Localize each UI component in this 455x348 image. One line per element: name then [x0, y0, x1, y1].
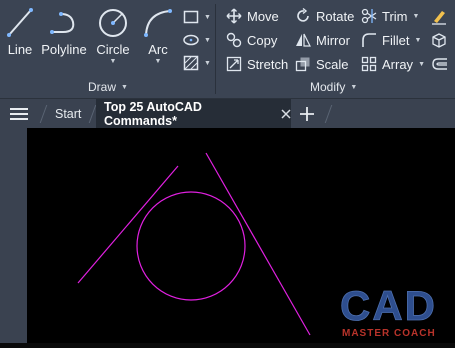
- modify-panel-label: Modify: [310, 80, 346, 94]
- circle-icon: [99, 9, 127, 37]
- hatch-icon: [183, 55, 199, 71]
- rotate-icon: [297, 8, 309, 22]
- array-dropdown-icon[interactable]: ▼: [418, 61, 425, 68]
- rectangle-icon: [183, 10, 199, 24]
- cad-master-coach-logo: CAD MASTER COACH: [336, 280, 455, 343]
- logo-text: CAD: [340, 282, 437, 329]
- rectangle-dropdown-icon[interactable]: ▼: [204, 14, 211, 21]
- close-tab-button[interactable]: [281, 109, 291, 119]
- ellipse-tool-button[interactable]: ▼: [183, 30, 211, 50]
- fillet-icon: [362, 33, 376, 47]
- circle-tool-label: Circle: [96, 42, 130, 57]
- ellipse-dropdown-icon[interactable]: ▼: [204, 37, 211, 44]
- array-icon: [361, 56, 377, 72]
- panel-divider: [215, 4, 216, 94]
- active-tab-label: Top 25 AutoCAD Commands*: [104, 100, 202, 128]
- polyline-tool-button[interactable]: Polyline: [41, 6, 87, 57]
- fillet-tool-label: Fillet: [382, 32, 410, 48]
- scale-tool-label: Scale: [316, 56, 349, 72]
- tab-start-label: Start: [55, 107, 82, 121]
- modify-panel-expand-icon: ▼: [350, 83, 358, 91]
- trim-icon: [361, 8, 377, 24]
- scale-icon: [295, 57, 310, 72]
- hamburger-icon: [10, 108, 28, 120]
- mirror-tool-label: Mirror: [316, 32, 350, 48]
- offset-tool-button[interactable]: [430, 54, 448, 74]
- logo-subtext: MASTER COACH: [342, 328, 436, 339]
- scale-tool-button[interactable]: Scale: [295, 54, 349, 74]
- array-tool-label: Array: [382, 56, 414, 72]
- logo-mark: CAD MASTER COACH: [340, 282, 437, 339]
- arc-icon: [144, 9, 172, 37]
- stretch-tool-button[interactable]: Stretch: [226, 54, 288, 74]
- menu-button[interactable]: [10, 99, 28, 129]
- hatch-tool-button[interactable]: ▼: [183, 53, 211, 73]
- circle-dropdown-icon[interactable]: ▼: [110, 58, 117, 65]
- line-icon: [7, 8, 33, 37]
- arc-dropdown-icon[interactable]: ▼: [155, 58, 162, 65]
- arc-tool-button[interactable]: Arc ▼: [143, 6, 173, 65]
- ribbon: Line Polyline Circle ▼ Arc ▼ ▼ ▼ ▼ Draw …: [0, 0, 455, 98]
- line-tool-button[interactable]: Line: [6, 6, 34, 57]
- ellipse-icon: [183, 34, 199, 46]
- polyline-tool-label: Polyline: [41, 42, 87, 57]
- draw-panel-title[interactable]: Draw ▼: [88, 80, 128, 94]
- move-icon: [226, 8, 242, 24]
- rotate-tool-button[interactable]: Rotate: [295, 6, 354, 26]
- tab-separator: [324, 105, 333, 123]
- trim-tool-button[interactable]: Trim ▼: [361, 6, 419, 26]
- tangent-line-right[interactable]: [205, 152, 311, 336]
- mirror-tool-button[interactable]: Mirror: [295, 30, 350, 50]
- tab-active-drawing[interactable]: Top 25 AutoCAD Commands*: [96, 99, 291, 129]
- tab-separator: [39, 105, 48, 123]
- erase-tool-button[interactable]: [430, 6, 448, 26]
- tab-start[interactable]: Start: [55, 99, 81, 129]
- new-tab-button[interactable]: [300, 99, 314, 129]
- fillet-tool-button[interactable]: Fillet ▼: [361, 30, 421, 50]
- erase-icon: [432, 11, 446, 25]
- copy-icon: [226, 32, 242, 48]
- stretch-icon: [226, 56, 242, 72]
- hatch-dropdown-icon[interactable]: ▼: [204, 60, 211, 67]
- modify-panel-title[interactable]: Modify ▼: [310, 80, 357, 94]
- arc-tool-label: Arc: [148, 42, 168, 57]
- tangent-circle[interactable]: [136, 191, 246, 301]
- rotate-tool-label: Rotate: [316, 8, 355, 24]
- line-tool-label: Line: [7, 42, 33, 57]
- move-tool-label: Move: [247, 8, 279, 24]
- file-tab-bar: Start Top 25 AutoCAD Commands*: [0, 98, 455, 129]
- explode-icon: [432, 33, 446, 48]
- rectangle-tool-button[interactable]: ▼: [183, 7, 211, 27]
- array-tool-button[interactable]: Array ▼: [361, 54, 425, 74]
- draw-panel-expand-icon: ▼: [121, 83, 128, 91]
- circle-tool-button[interactable]: Circle ▼: [96, 6, 130, 65]
- fillet-dropdown-icon[interactable]: ▼: [414, 37, 421, 44]
- copy-tool-label: Copy: [247, 32, 278, 48]
- plus-icon: [300, 107, 314, 121]
- stretch-tool-label: Stretch: [247, 56, 289, 72]
- mirror-icon: [296, 33, 311, 47]
- trim-tool-label: Trim: [382, 8, 408, 24]
- offset-icon: [432, 58, 447, 70]
- explode-tool-button[interactable]: [430, 30, 448, 50]
- close-icon: [281, 109, 291, 119]
- trim-dropdown-icon[interactable]: ▼: [413, 13, 420, 20]
- move-tool-button[interactable]: Move: [226, 6, 279, 26]
- polyline-icon: [50, 12, 75, 34]
- copy-tool-button[interactable]: Copy: [226, 30, 277, 50]
- tangent-line-left[interactable]: [77, 165, 179, 284]
- draw-panel-label: Draw: [88, 80, 117, 94]
